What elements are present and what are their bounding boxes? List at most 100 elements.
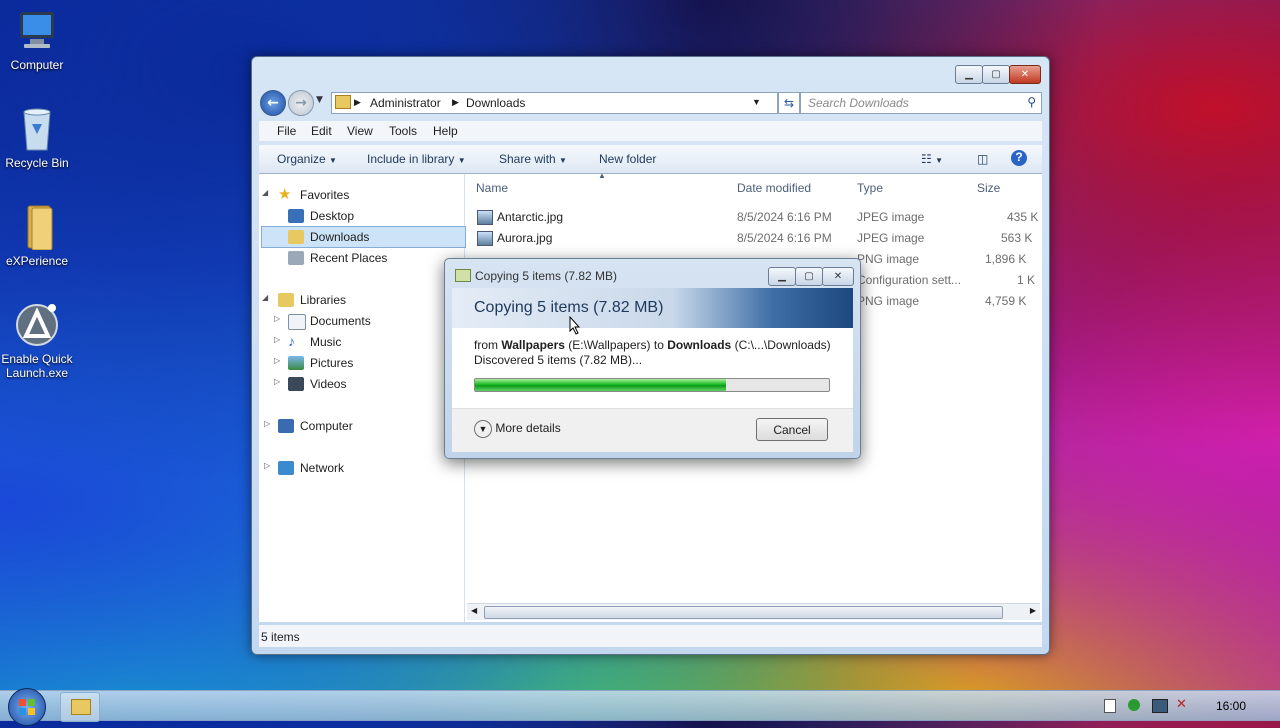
chevron-down-icon: ▼: [559, 156, 567, 165]
collapse-arrow-icon: ▷: [274, 335, 281, 344]
recent-pages-chevron-icon[interactable]: ▼: [316, 95, 323, 105]
menu-edit[interactable]: Edit: [311, 124, 332, 138]
horizontal-scrollbar[interactable]: ◀ ▶: [467, 603, 1040, 620]
copy-route-text: from Wallpapers (E:\Wallpapers) to Downl…: [474, 338, 831, 352]
videos-icon: [288, 377, 304, 391]
menu-file[interactable]: File: [277, 124, 296, 138]
computer-icon: [14, 8, 60, 54]
menu-view[interactable]: View: [347, 124, 373, 138]
desktop-icon-label: Enable Quick Launch.exe: [1, 352, 73, 380]
preview-pane-button[interactable]: ◫: [977, 152, 988, 166]
close-button[interactable]: ✕: [1009, 65, 1041, 84]
window-controls: ▁ ▢ ✕: [955, 65, 1041, 84]
menu-tools[interactable]: Tools: [389, 124, 417, 138]
desktop-icon-enable-quick-launch[interactable]: Enable Quick Launch.exe: [0, 302, 74, 380]
address-dropdown-icon[interactable]: ▼: [752, 97, 761, 107]
collapse-arrow-icon: ▷: [274, 314, 281, 323]
dialog-window-controls: ▁ ▢ ✕: [768, 267, 854, 286]
dialog-maximize-button[interactable]: ▢: [795, 267, 823, 286]
mouse-cursor-icon: [569, 315, 581, 338]
nav-label: Libraries: [300, 293, 347, 307]
nav-label: Recent Places: [310, 251, 388, 265]
progress-fill: [475, 379, 727, 391]
scroll-right-icon[interactable]: ▶: [1030, 606, 1036, 615]
destination-folder-link[interactable]: Downloads: [667, 338, 731, 352]
nav-item-favorites[interactable]: ◢ ★ Favorites: [262, 186, 350, 203]
nav-item-recent-places[interactable]: Recent Places: [288, 251, 388, 265]
tray-network-icon[interactable]: [1152, 699, 1168, 713]
source-folder-link[interactable]: Wallpapers: [501, 338, 565, 352]
start-button[interactable]: [8, 688, 46, 726]
nav-item-videos[interactable]: ▷ Videos: [274, 377, 346, 391]
folder-icon: [335, 95, 351, 109]
refresh-button[interactable]: ⇆: [778, 92, 800, 114]
navigation-pane: ◢ ★ Favorites Desktop Downloads Recent Pla…: [259, 174, 466, 622]
copy-progress-dialog: Copying 5 items (7.82 MB) ▁ ▢ ✕ Copying …: [444, 258, 861, 459]
folder-icon: [14, 204, 60, 251]
nav-item-music[interactable]: ▷ ♪ Music: [274, 333, 341, 349]
column-name[interactable]: Name: [476, 181, 508, 195]
breadcrumb-downloads[interactable]: Downloads: [466, 96, 525, 110]
maximize-button[interactable]: ▢: [982, 65, 1010, 84]
menu-help[interactable]: Help: [433, 124, 458, 138]
help-button[interactable]: ?: [1011, 150, 1027, 166]
dialog-minimize-button[interactable]: ▁: [768, 267, 796, 286]
file-row[interactable]: Antarctic.jpg 8/5/2024 6:16 PM JPEG imag…: [465, 207, 1042, 228]
pictures-icon: [288, 356, 304, 370]
back-button[interactable]: ←: [260, 90, 286, 116]
breadcrumb-separator-icon: ▶: [354, 97, 361, 107]
view-options-button[interactable]: ☷ ▼: [921, 152, 943, 166]
search-icon: ⚲: [1027, 95, 1036, 109]
share-with-button[interactable]: Share with ▼: [499, 152, 567, 166]
nav-item-documents[interactable]: ▷ Documents: [274, 314, 371, 330]
nav-item-pictures[interactable]: ▷ Pictures: [274, 356, 353, 370]
search-box[interactable]: Search Downloads ⚲: [800, 92, 1042, 114]
search-input[interactable]: Search Downloads: [808, 96, 909, 110]
file-date: 8/5/2024 6:16 PM: [737, 210, 832, 224]
column-type[interactable]: Type: [857, 181, 883, 195]
nav-item-network[interactable]: ▷ Network: [264, 461, 344, 475]
help-icon: ?: [1015, 150, 1023, 164]
scrollbar-thumb[interactable]: [484, 606, 1003, 619]
file-row[interactable]: Aurora.jpg 8/5/2024 6:16 PM JPEG image 5…: [465, 228, 1042, 249]
include-in-library-button[interactable]: Include in library ▼: [367, 152, 466, 166]
nav-item-libraries[interactable]: ◢ Libraries: [262, 293, 347, 307]
file-size: 563 K: [1001, 231, 1033, 245]
forward-button[interactable]: →: [288, 90, 314, 116]
recent-places-icon: [288, 251, 304, 265]
new-folder-button[interactable]: New folder: [599, 152, 656, 166]
tray-document-icon[interactable]: [1104, 699, 1116, 713]
taskbar-explorer-button[interactable]: [60, 692, 100, 722]
organize-button[interactable]: Organize ▼: [277, 152, 337, 166]
cancel-button[interactable]: Cancel: [756, 418, 828, 441]
column-size[interactable]: Size: [977, 181, 1000, 195]
column-date-modified[interactable]: Date modified: [737, 181, 811, 195]
nav-item-computer[interactable]: ▷ Computer: [264, 419, 353, 433]
include-label: Include in library: [367, 152, 455, 166]
dialog-heading: Copying 5 items (7.82 MB): [474, 299, 664, 316]
clock[interactable]: 16:00: [1216, 699, 1246, 713]
music-icon: ♪: [288, 333, 295, 349]
dialog-close-button[interactable]: ✕: [822, 267, 854, 286]
address-bar[interactable]: ▶ Administrator ▶ Downloads ▼: [331, 92, 778, 114]
expand-chevron-icon: ▼: [474, 420, 492, 438]
minimize-button[interactable]: ▁: [955, 65, 983, 84]
nav-item-desktop[interactable]: Desktop: [288, 209, 354, 223]
organize-label: Organize: [277, 152, 326, 166]
desktop-icon-experience[interactable]: eXPerience: [0, 204, 74, 268]
menu-bar: File Edit View Tools Help: [259, 121, 1042, 141]
scroll-left-icon[interactable]: ◀: [471, 606, 477, 615]
desktop-icon-computer[interactable]: Computer: [0, 8, 74, 72]
file-size: 1 K: [1017, 273, 1036, 287]
expand-arrow-icon: ◢: [262, 188, 269, 197]
tray-security-icon[interactable]: [1128, 699, 1140, 711]
desktop-icon-recycle-bin[interactable]: Recycle Bin: [0, 106, 74, 170]
to-label: to: [653, 338, 664, 352]
nav-item-downloads[interactable]: Downloads: [288, 230, 369, 244]
destination-path: (C:\...\Downloads): [734, 338, 831, 352]
breadcrumb-administrator[interactable]: Administrator: [370, 96, 441, 110]
tray-volume-muted-icon[interactable]: ✕: [1176, 697, 1187, 712]
nav-label: Favorites: [300, 188, 350, 202]
nav-label: Documents: [310, 314, 371, 328]
more-details-toggle[interactable]: ▼ More details: [474, 420, 561, 438]
